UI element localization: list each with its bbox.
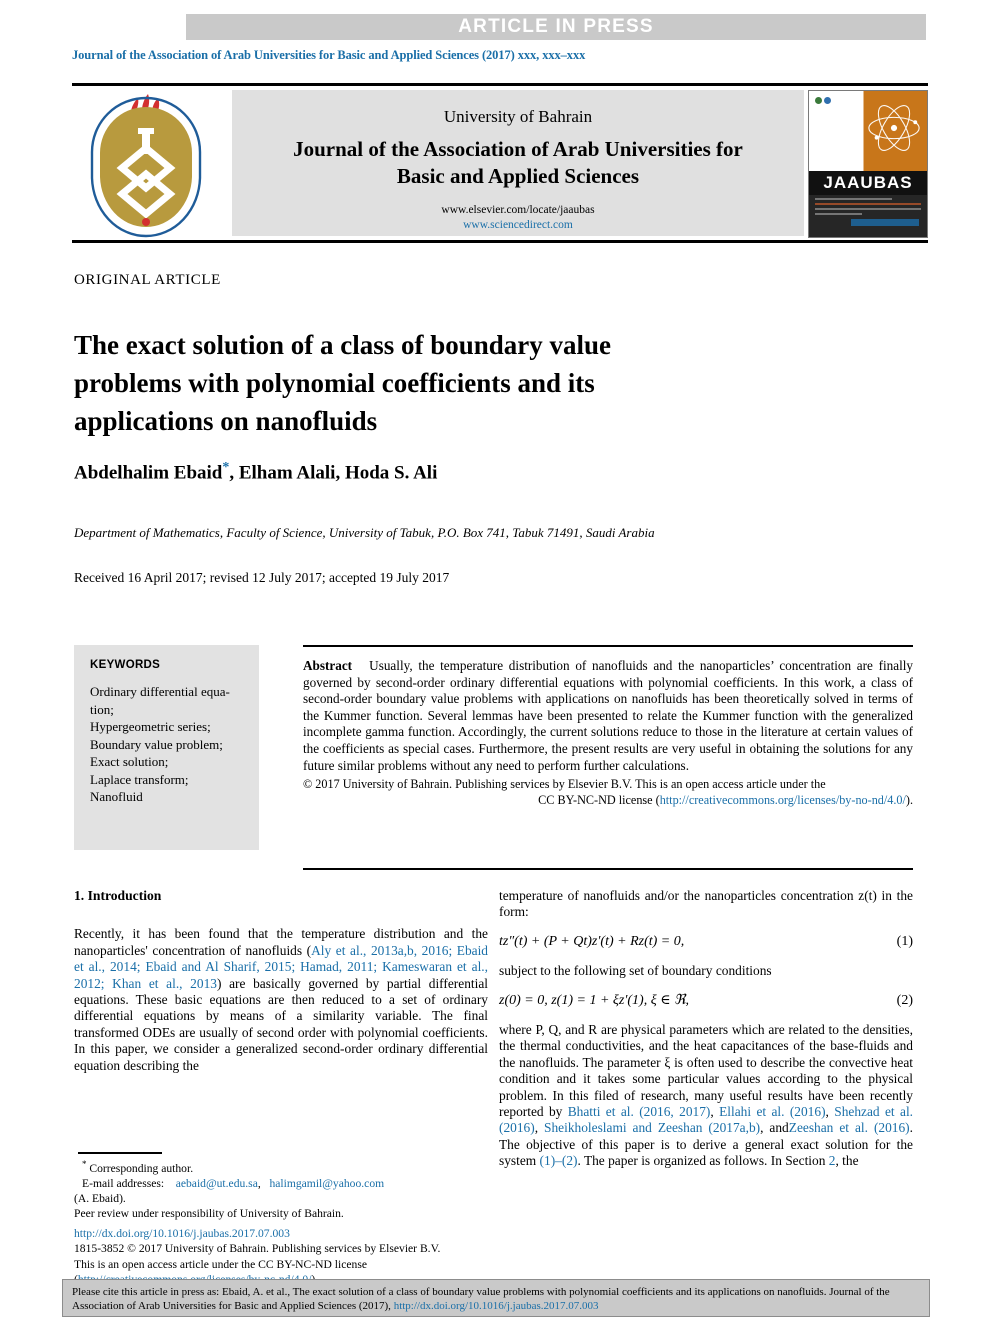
cover-publisher-mark [815, 97, 859, 117]
cover-logo-dots [815, 97, 859, 104]
article-in-press-banner: ARTICLE IN PRESS [186, 14, 926, 40]
masthead-center-panel: University of Bahrain Journal of the Ass… [232, 90, 804, 236]
corresponding-author-text: Corresponding author. [89, 1161, 194, 1175]
journal-title-line2: Basic and Applied Sciences [396, 164, 640, 188]
citation-ellahi[interactable]: Ellahi et al. (2016) [719, 1104, 825, 1119]
copyright-line: © 2017 University of Bahrain. Publishing… [303, 777, 826, 792]
footnote-block: * Corresponding author. E-mail addresses… [74, 1157, 488, 1222]
abstract-copyright: © 2017 University of Bahrain. Publishing… [303, 776, 913, 808]
sep3: , [534, 1120, 545, 1136]
para3-text-c: . The paper is organized as follows. In … [577, 1153, 829, 1169]
equation-2-number: (2) [896, 992, 913, 1008]
please-cite-box: Please cite this article in press as: Eb… [62, 1279, 930, 1317]
citation-sheikholeslami[interactable]: Sheikholeslami and Zeeshan (2017a,b) [544, 1120, 760, 1135]
university-seal-logo [90, 94, 202, 238]
equation-crossref[interactable]: (1)–(2) [540, 1153, 578, 1168]
intro-right-paragraph-2: subject to the following set of boundary… [499, 963, 772, 979]
elsevier-url: www.elsevier.com/locate/jaaubas [441, 204, 595, 216]
abstract-text: Abstract Usually, the temperature distri… [303, 658, 913, 774]
equation-1-number: (1) [896, 933, 913, 949]
asterisk-marker: * [82, 1159, 87, 1169]
corresponding-author-note: * Corresponding author. [74, 1157, 488, 1176]
masthead-bottom-rule [72, 240, 928, 243]
sep1: , [710, 1104, 720, 1120]
abstract-paragraph: Usually, the temperature distribution of… [303, 658, 914, 773]
peer-review-note: Peer review under responsibility of Univ… [74, 1207, 344, 1221]
sep2: , [825, 1104, 835, 1120]
masthead: University of Bahrain Journal of the Ass… [72, 88, 928, 238]
sciencedirect-url[interactable]: www.sciencedirect.com [232, 218, 804, 233]
column-right: temperature of nanofluids and/or the nan… [499, 888, 913, 1170]
equation-2: z(0) = 0, z(1) = 1 + ξz′(1), ξ ∈ ℜ, [499, 992, 689, 1008]
journal-cover-thumbnail: JAAUBAS [808, 90, 928, 238]
sep4: , and [760, 1120, 789, 1136]
equation-1: tz″(t) + (P + Qt)z′(t) + Rz(t) = 0, [499, 933, 685, 949]
cover-journal-acronym: JAAUBAS [809, 171, 927, 195]
cover-text-line [815, 207, 921, 210]
abstract-block: Abstract Usually, the temperature distri… [303, 645, 913, 808]
article-history-dates: Received 16 April 2017; revised 12 July … [74, 570, 450, 585]
email-owner: (A. Ebaid). [74, 1192, 126, 1206]
intro-right-paragraph-1: temperature of nanofluids and/or the nan… [499, 888, 913, 920]
keywords-heading: KEYWORDS [90, 659, 161, 671]
article-page: ARTICLE IN PRESS Journal of the Associat… [0, 0, 992, 1323]
license-pre: CC BY-NC-ND license ( [538, 793, 660, 808]
intro-right-paragraph-3: where P, Q, and R are physical parameter… [499, 1022, 913, 1170]
intro-paragraph-left: Recently, it has been found that the tem… [74, 926, 488, 1074]
para3-text-d: , the [835, 1153, 859, 1169]
license-post: ). [905, 793, 913, 808]
author-affiliation: Department of Mathematics, Faculty of Sc… [74, 525, 655, 540]
author-corresponding: Abdelhalim Ebaid [74, 462, 223, 484]
column-left: 1. Introduction Recently, it has been fo… [74, 888, 488, 1074]
cover-badge [851, 218, 919, 226]
keywords-list: Ordinary differential equa-tion; Hypergeo… [90, 684, 230, 804]
citation-zeeshan[interactable]: Zeeshan et al. (2016) [789, 1120, 910, 1135]
article-type-label: ORIGINAL ARTICLE [74, 272, 221, 288]
journal-citation-line: Journal of the Association of Arab Unive… [72, 48, 586, 62]
email-label: E-mail addresses: [82, 1177, 165, 1191]
abstract-bottom-rule [303, 868, 913, 870]
issn-copyright-line: 1815-3852 © 2017 University of Bahrain. … [74, 1242, 441, 1256]
cover-bottom-panel [809, 194, 927, 237]
abstract-label: Abstract [303, 658, 353, 673]
journal-urls: www.elsevier.com/locate/jaaubas www.scie… [232, 203, 804, 233]
abstract-top-rule [303, 645, 913, 647]
email-addresses-line: E-mail addresses: aebaid@ut.edu.sa, hali… [74, 1176, 488, 1191]
author-list: Abdelhalim Ebaid*, Elham Alali, Hoda S. … [74, 460, 774, 484]
author-others: , Elham Alali, Hoda S. Ali [229, 462, 438, 484]
publisher-university: University of Bahrain [443, 107, 593, 126]
equation-1-row: tz″(t) + (P + Qt)z′(t) + Rz(t) = 0, (1) [499, 934, 913, 950]
page-title: The exact solution of a class of boundar… [74, 330, 612, 437]
cover-text-line [815, 212, 863, 215]
journal-title-line1: Journal of the Association of Arab Unive… [293, 137, 743, 161]
keywords-box: KEYWORDS Ordinary differential equa-tion… [74, 645, 259, 850]
masthead-top-rule [72, 83, 928, 86]
footnote-separator-rule [78, 1152, 162, 1154]
cover-text-line [815, 197, 892, 200]
cover-text-line [815, 202, 921, 205]
please-cite-doi-link[interactable]: http://dx.doi.org/10.1016/j.jaubas.2017.… [394, 1300, 599, 1312]
email-separator: , [257, 1177, 264, 1191]
email-link-2[interactable]: halimgamil@yahoo.com [269, 1177, 384, 1190]
citation-bhatti[interactable]: Bhatti et al. (2016, 2017) [568, 1104, 711, 1119]
cover-top-panel [809, 91, 927, 176]
section-heading-introduction: 1. Introduction [74, 888, 162, 903]
journal-title: Journal of the Association of Arab Unive… [232, 136, 804, 190]
doi-link[interactable]: http://dx.doi.org/10.1016/j.jaubas.2017.… [74, 1226, 504, 1241]
license-link[interactable]: http://creativecommons.org/licenses/by-n… [660, 793, 906, 807]
email-link-1[interactable]: aebaid@ut.edu.sa [176, 1177, 258, 1190]
atom-icon [868, 105, 920, 151]
equation-2-row: z(0) = 0, z(1) = 1 + ξz′(1), ξ ∈ ℜ, (2) [499, 993, 913, 1009]
